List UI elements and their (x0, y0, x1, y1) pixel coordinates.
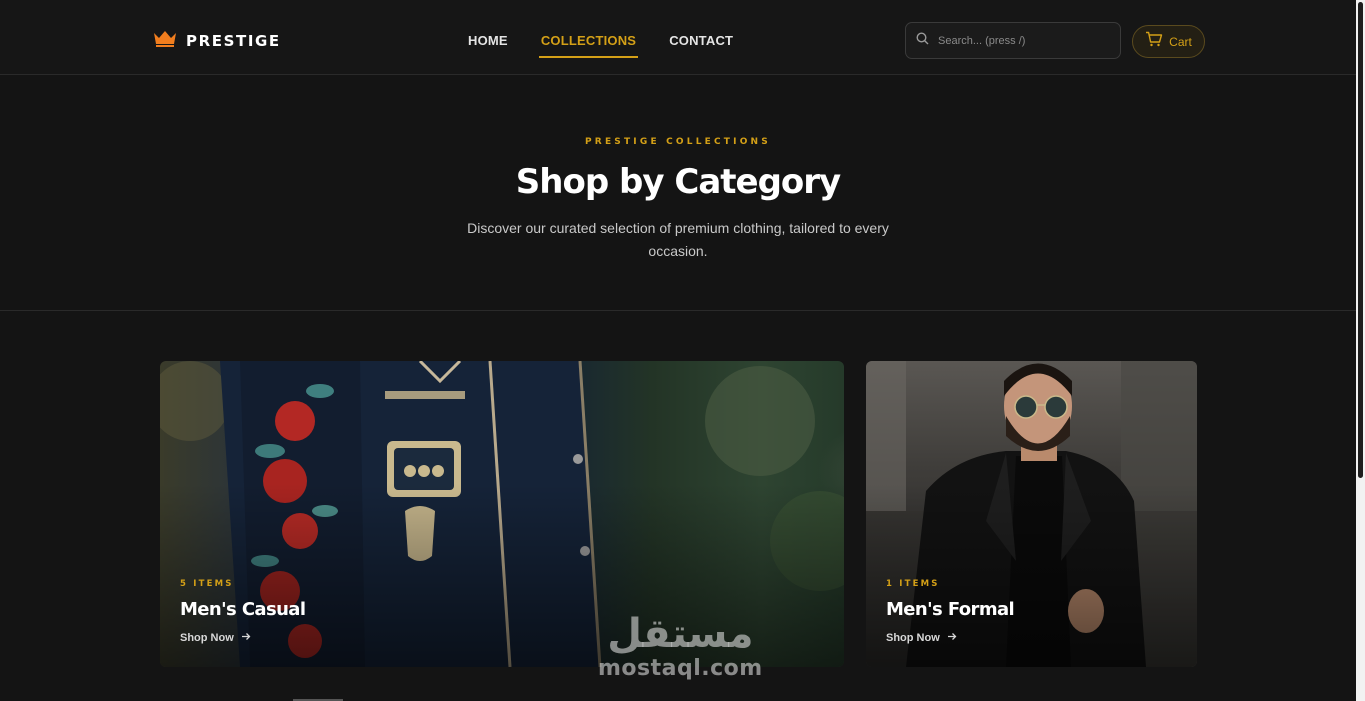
cart-button[interactable]: Cart (1132, 25, 1205, 58)
category-card-mens-formal[interactable]: 1 ITEMS Men's Formal Shop Now (866, 361, 1197, 667)
mostaql-watermark: مستقل mostaql.com (598, 612, 763, 681)
watermark-arabic: مستقل (607, 611, 754, 657)
category-item-count: 1 ITEMS (886, 579, 940, 589)
card-gradient-overlay (866, 361, 1197, 667)
arrow-right-icon (241, 632, 251, 644)
arrow-right-icon (947, 632, 957, 644)
nav-contact[interactable]: CONTACT (669, 33, 733, 58)
site-header: PRESTIGE HOME COLLECTIONS CONTACT Cart (0, 0, 1356, 75)
page-title: Shop by Category (515, 162, 841, 202)
category-title: Men's Formal (886, 599, 1015, 620)
cart-icon (1145, 31, 1163, 52)
shop-now-label: Shop Now (886, 632, 940, 644)
vertical-scrollbar-thumb[interactable] (1358, 2, 1363, 478)
category-title: Men's Casual (180, 599, 306, 620)
shop-now-label: Shop Now (180, 632, 234, 644)
main-nav: HOME COLLECTIONS CONTACT (468, 33, 733, 58)
cart-label: Cart (1169, 34, 1192, 49)
hero-subtitle: Discover our curated selection of premiu… (467, 220, 889, 259)
shop-now-link[interactable]: Shop Now (180, 632, 251, 644)
collections-hero: PRESTIGE COLLECTIONS Shop by Category Di… (0, 76, 1356, 311)
search-input[interactable] (938, 34, 1108, 47)
search-icon (916, 31, 929, 50)
watermark-latin: mostaql.com (598, 656, 763, 681)
brand-logo[interactable]: PRESTIGE (153, 30, 281, 52)
category-item-count: 5 ITEMS (180, 579, 234, 589)
nav-collections[interactable]: COLLECTIONS (538, 33, 639, 58)
search-box[interactable] (905, 22, 1121, 59)
nav-home[interactable]: HOME (468, 33, 508, 58)
shop-now-link[interactable]: Shop Now (886, 632, 957, 644)
brand-name: PRESTIGE (186, 32, 281, 50)
crown-icon (153, 30, 177, 52)
hero-eyebrow: PRESTIGE COLLECTIONS (585, 137, 771, 147)
